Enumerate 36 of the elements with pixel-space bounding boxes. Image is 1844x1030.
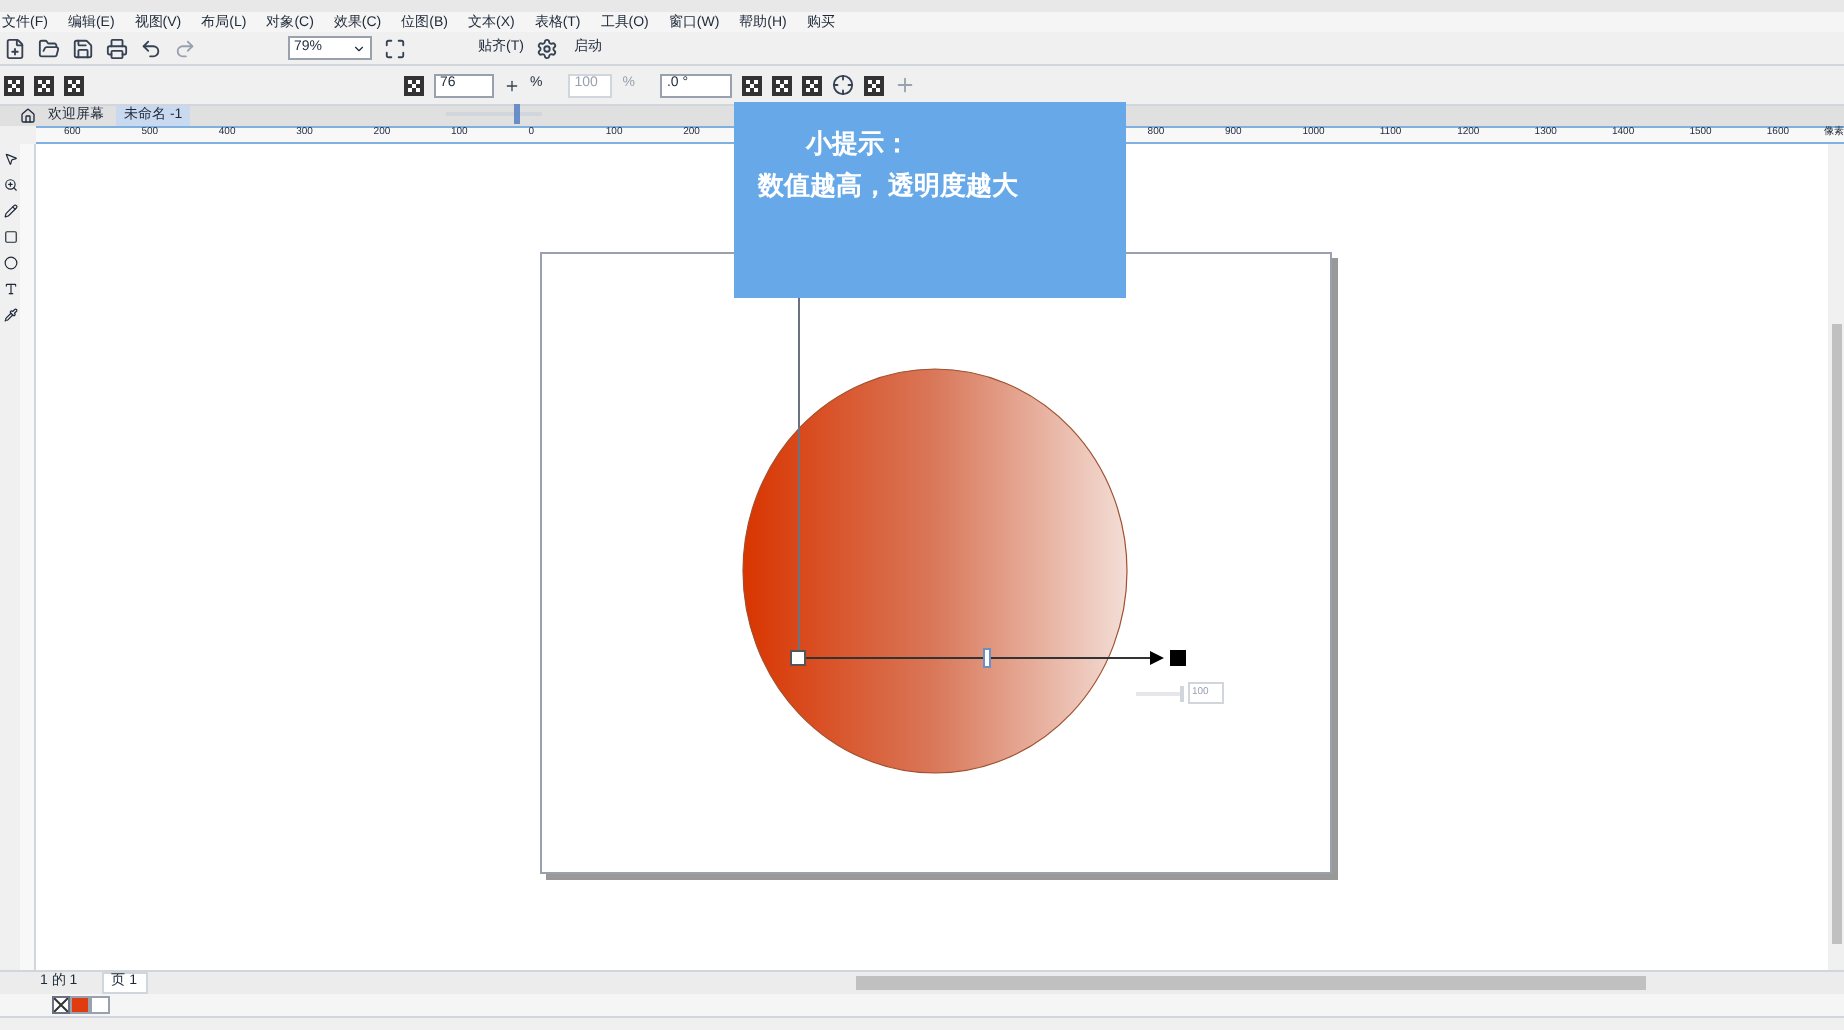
plus-icon — [504, 77, 520, 93]
color-swatch[interactable] — [90, 996, 110, 1014]
pencil-icon — [3, 204, 17, 218]
pattern-icon[interactable] — [802, 75, 823, 95]
pattern-icon[interactable] — [4, 75, 24, 95]
transparency-vector[interactable] — [790, 648, 1190, 668]
tip-title: 小提示： — [803, 130, 912, 156]
folder-icon[interactable] — [38, 37, 60, 59]
settings-icon[interactable] — [535, 37, 558, 59]
pointer-icon — [3, 152, 17, 166]
save-icon[interactable] — [72, 37, 94, 59]
color-swatch[interactable] — [70, 996, 90, 1014]
transparency-icon[interactable] — [404, 75, 424, 95]
caret-icon — [352, 41, 366, 55]
pattern-icon[interactable] — [64, 75, 84, 95]
fullscreen-icon[interactable] — [384, 37, 406, 59]
undo-icon[interactable] — [140, 37, 162, 59]
pattern-icon[interactable] — [34, 75, 54, 95]
cross-icon — [54, 998, 68, 1012]
zoom-icon — [3, 178, 17, 192]
slider-thumb[interactable] — [514, 104, 521, 124]
horizontal-scrollbar[interactable] — [855, 976, 1646, 990]
pattern-icon[interactable] — [864, 75, 885, 95]
home-icon — [20, 108, 36, 124]
rectangle-icon — [3, 230, 17, 244]
target-icon[interactable] — [832, 74, 855, 96]
print-icon[interactable] — [106, 37, 128, 59]
no-color-swatch[interactable] — [52, 996, 70, 1014]
eyedropper-icon — [3, 308, 17, 322]
scrollbar-thumb[interactable] — [1832, 324, 1842, 944]
pattern-icon[interactable] — [772, 75, 793, 95]
pattern-icon[interactable] — [742, 75, 763, 95]
tip-text: 数值越高，透明度越大 — [758, 172, 1020, 198]
text-icon — [3, 282, 17, 296]
ellipse-icon — [3, 256, 17, 270]
new-file-icon[interactable] — [4, 37, 26, 59]
